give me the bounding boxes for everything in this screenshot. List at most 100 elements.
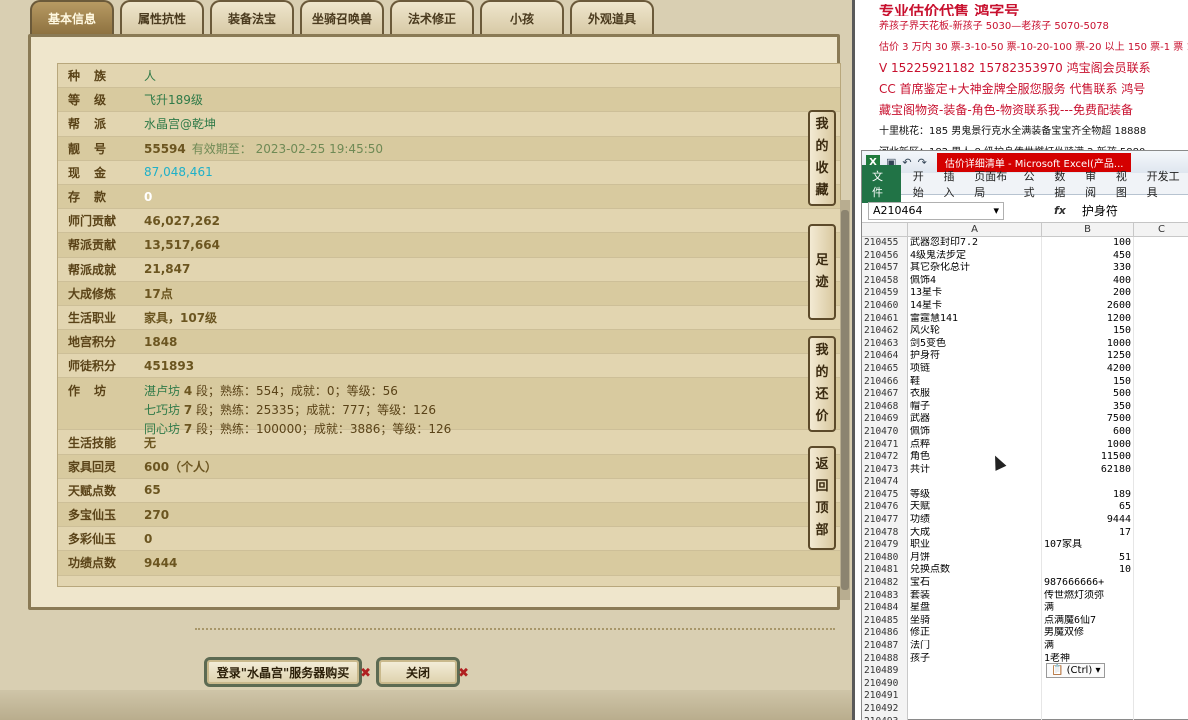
cell-c[interactable]	[1134, 426, 1188, 439]
cell-a[interactable]	[908, 665, 1042, 678]
ribbon-tab-5[interactable]: 审阅	[1079, 168, 1110, 200]
cell-c[interactable]	[1134, 602, 1188, 615]
cell-b[interactable]: 10	[1042, 564, 1134, 578]
cell-c[interactable]	[1134, 716, 1188, 720]
row-number[interactable]: 210477	[862, 514, 908, 527]
cell-a[interactable]: 13星卡	[908, 287, 1042, 300]
cell-c[interactable]	[1134, 703, 1188, 716]
cell-c[interactable]	[1134, 690, 1188, 703]
buy-on-server-button[interactable]: 登录"水晶宫"服务器购买 ✖	[204, 657, 371, 687]
cell-c[interactable]	[1134, 476, 1188, 489]
tab-3[interactable]: 坐骑召唤兽	[300, 0, 384, 34]
cell-c[interactable]	[1134, 287, 1188, 300]
cell-a[interactable]	[908, 702, 1042, 716]
cell-c[interactable]	[1134, 262, 1188, 275]
cell-b[interactable]: 1000	[1042, 438, 1134, 452]
cell-b[interactable]: 男魔双修	[1042, 627, 1134, 640]
cell-b[interactable]: 189	[1042, 488, 1134, 502]
cell-a[interactable]: 星盘	[908, 602, 1042, 615]
fx-icon[interactable]: fx	[1054, 204, 1066, 217]
cell-a[interactable]	[908, 677, 1042, 691]
row-number[interactable]: 210491	[862, 690, 908, 703]
tab-6[interactable]: 外观道具	[570, 0, 654, 34]
cell-b[interactable]: 65	[1042, 501, 1134, 515]
cell-a[interactable]: 功绩	[908, 514, 1042, 527]
row-number[interactable]: 210479	[862, 539, 908, 552]
cell-c[interactable]	[1134, 615, 1188, 628]
cell-b[interactable]: 1000	[1042, 337, 1134, 351]
row-number[interactable]: 210482	[862, 577, 908, 590]
cell-c[interactable]	[1134, 350, 1188, 363]
cell-a[interactable]: 宝石	[908, 577, 1042, 590]
cell-b[interactable]: 150	[1042, 325, 1134, 338]
ribbon-tab-0[interactable]: 开始	[907, 168, 938, 200]
cell-c[interactable]	[1134, 665, 1188, 678]
cell-b[interactable]: 987666666+	[1042, 577, 1134, 590]
column-header-c[interactable]: C	[1134, 223, 1188, 236]
row-number[interactable]: 210460	[862, 299, 908, 313]
row-number[interactable]: 210469	[862, 413, 908, 426]
cell-b[interactable]: 17	[1042, 526, 1134, 540]
cell-a[interactable]: 护身符	[908, 350, 1042, 363]
cell-c[interactable]	[1134, 250, 1188, 263]
cell-b[interactable]: 51	[1042, 551, 1134, 565]
ribbon-tab-4[interactable]: 数据	[1048, 168, 1079, 200]
row-number[interactable]: 210456	[862, 249, 908, 263]
cell-c[interactable]	[1134, 401, 1188, 414]
cell-a[interactable]: 等级	[908, 488, 1042, 502]
cell-b[interactable]: 350	[1042, 400, 1134, 414]
page-scrollbar[interactable]	[840, 200, 850, 600]
cell-c[interactable]	[1134, 539, 1188, 552]
row-number[interactable]: 210462	[862, 325, 908, 338]
cell-b[interactable]: 62180	[1042, 463, 1134, 477]
cell-a[interactable]: 武器	[908, 413, 1042, 426]
cell-b[interactable]	[1042, 677, 1134, 691]
row-number[interactable]: 210458	[862, 274, 908, 288]
close-button[interactable]: 关闭 ✖	[376, 657, 469, 687]
cell-a[interactable]: 大成	[908, 526, 1042, 540]
cell-a[interactable]: 法门	[908, 640, 1042, 653]
cell-a[interactable]: 月饼	[908, 551, 1042, 565]
cell-b[interactable]: 200	[1042, 287, 1134, 300]
cell-c[interactable]	[1134, 489, 1188, 502]
cell-b[interactable]	[1042, 715, 1134, 720]
cell-a[interactable]: 14星卡	[908, 299, 1042, 313]
cell-b[interactable]: 107家具	[1042, 539, 1134, 552]
cell-a[interactable]: 天赋	[908, 501, 1042, 515]
cell-c[interactable]	[1134, 501, 1188, 514]
cell-b[interactable]: 1250	[1042, 350, 1134, 363]
chevron-down-icon[interactable]: ▾	[993, 204, 999, 217]
cell-a[interactable]	[908, 690, 1042, 703]
cell-c[interactable]	[1134, 577, 1188, 590]
column-header-a[interactable]: A	[908, 223, 1042, 236]
select-all-corner[interactable]	[862, 223, 908, 236]
cell-b[interactable]: 4200	[1042, 362, 1134, 376]
formula-value[interactable]: 护身符	[1082, 202, 1118, 219]
cell-c[interactable]	[1134, 300, 1188, 313]
cell-b[interactable]: 传世燃灯须弥	[1042, 589, 1134, 603]
cell-c[interactable]	[1134, 363, 1188, 376]
row-number[interactable]: 210459	[862, 287, 908, 300]
scrollbar-thumb[interactable]	[841, 210, 849, 590]
cell-a[interactable]: 兑换点数	[908, 564, 1042, 578]
cell-a[interactable]: 风火轮	[908, 325, 1042, 338]
cell-a[interactable]: 项链	[908, 362, 1042, 376]
cell-c[interactable]	[1134, 627, 1188, 640]
cell-c[interactable]	[1134, 313, 1188, 326]
cell-a[interactable]: 剑5变色	[908, 337, 1042, 351]
row-number[interactable]: 210472	[862, 451, 908, 464]
row-number[interactable]: 210484	[862, 602, 908, 615]
row-number[interactable]: 210489	[862, 665, 908, 678]
cell-b[interactable]: 600	[1042, 425, 1134, 439]
cell-c[interactable]	[1134, 451, 1188, 464]
row-number[interactable]: 210465	[862, 362, 908, 376]
cell-c[interactable]	[1134, 653, 1188, 666]
cell-c[interactable]	[1134, 376, 1188, 389]
side-button-2[interactable]: 我的还价	[808, 336, 836, 432]
row-number[interactable]: 210461	[862, 312, 908, 326]
name-box[interactable]: A210464 ▾	[868, 201, 1004, 220]
cell-b[interactable]: 7500	[1042, 413, 1134, 426]
cell-b[interactable]: 150	[1042, 375, 1134, 389]
cell-b[interactable]: 450	[1042, 249, 1134, 263]
cell-a[interactable]	[908, 476, 1042, 489]
